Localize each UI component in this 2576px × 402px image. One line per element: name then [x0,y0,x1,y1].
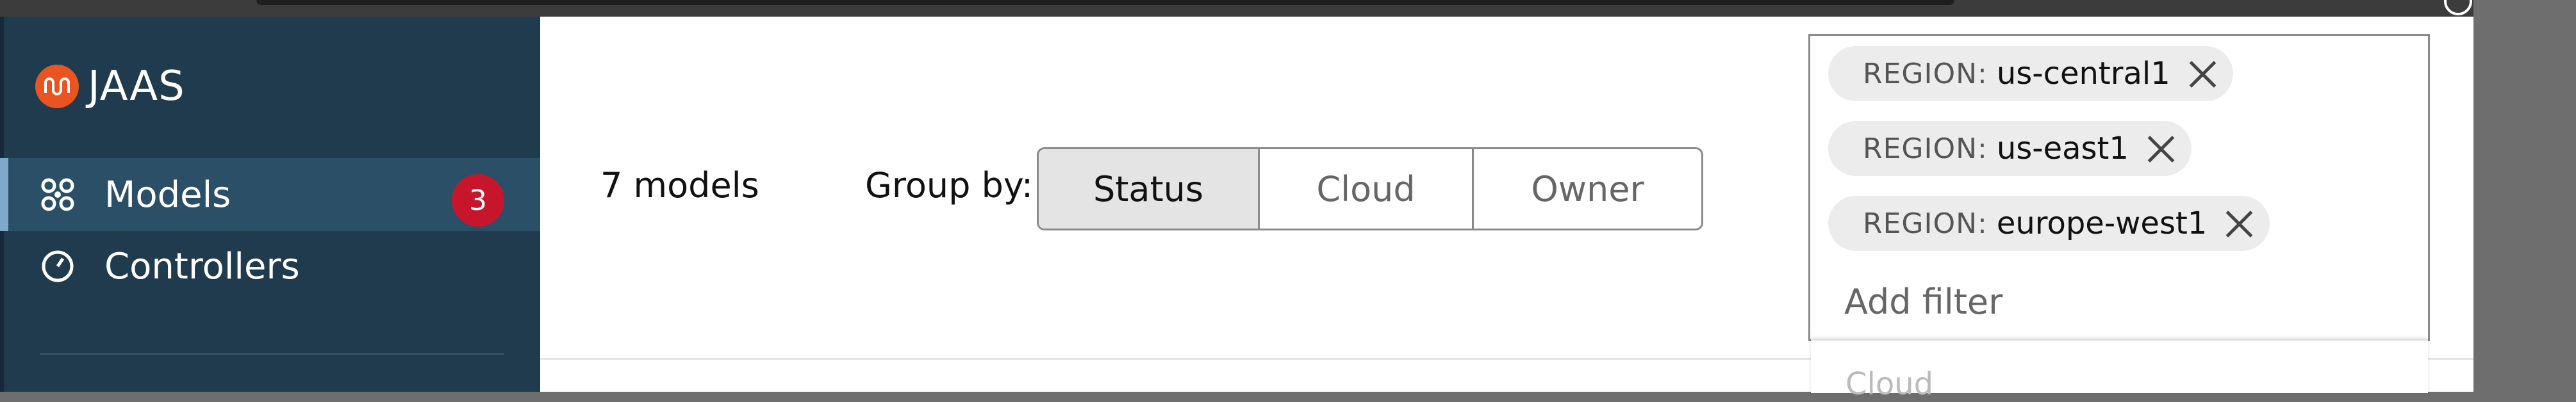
logo-text: JAAS [88,63,185,110]
dropdown-option-cloud[interactable]: Cloud [1845,366,1933,402]
models-count-badge: 3 [452,174,504,227]
sidebar-item-controllers[interactable]: Controllers [40,230,300,303]
model-count: 7 models [600,165,759,205]
group-by-segmented-control: Status Cloud Owner [1037,147,1703,230]
controllers-icon [42,250,74,282]
add-filter-input[interactable] [1844,282,2408,322]
chip-key: REGION: [1863,132,1988,165]
chip-value: us-east1 [1996,131,2129,166]
models-icon [41,178,74,211]
filter-suggestions-dropdown: Cloud [1811,339,2428,402]
chip-key: REGION: [1863,57,1988,90]
remove-filter-icon[interactable] [2225,209,2253,237]
group-by-cloud-button[interactable]: Cloud [1258,149,1472,229]
jaas-logo-icon [35,65,79,108]
group-by-status-button[interactable]: Status [1039,149,1258,229]
logo[interactable]: JAAS [35,63,185,110]
remove-filter-icon[interactable] [2147,134,2175,163]
chip-value: europe-west1 [1996,205,2208,241]
sidebar-item-label: Models [104,173,231,216]
tab-strip [256,0,1954,5]
filter-chip: REGION: us-central1 [1828,46,2233,101]
filter-chip: REGION: europe-west1 [1828,196,2270,251]
window-top-bar [0,0,2473,17]
chip-key: REGION: [1863,207,1988,240]
sidebar-item-models[interactable]: Models [40,158,231,231]
sidebar-divider [40,353,504,355]
chip-value: us-central1 [1996,56,2170,92]
active-indicator [0,158,8,231]
group-by-owner-button[interactable]: Owner [1472,149,1701,229]
group-by-label: Group by: [865,165,1034,205]
sidebar-item-label: Controllers [104,245,300,287]
remove-filter-icon[interactable] [2188,60,2217,88]
filter-chip: REGION: us-east1 [1828,121,2192,176]
